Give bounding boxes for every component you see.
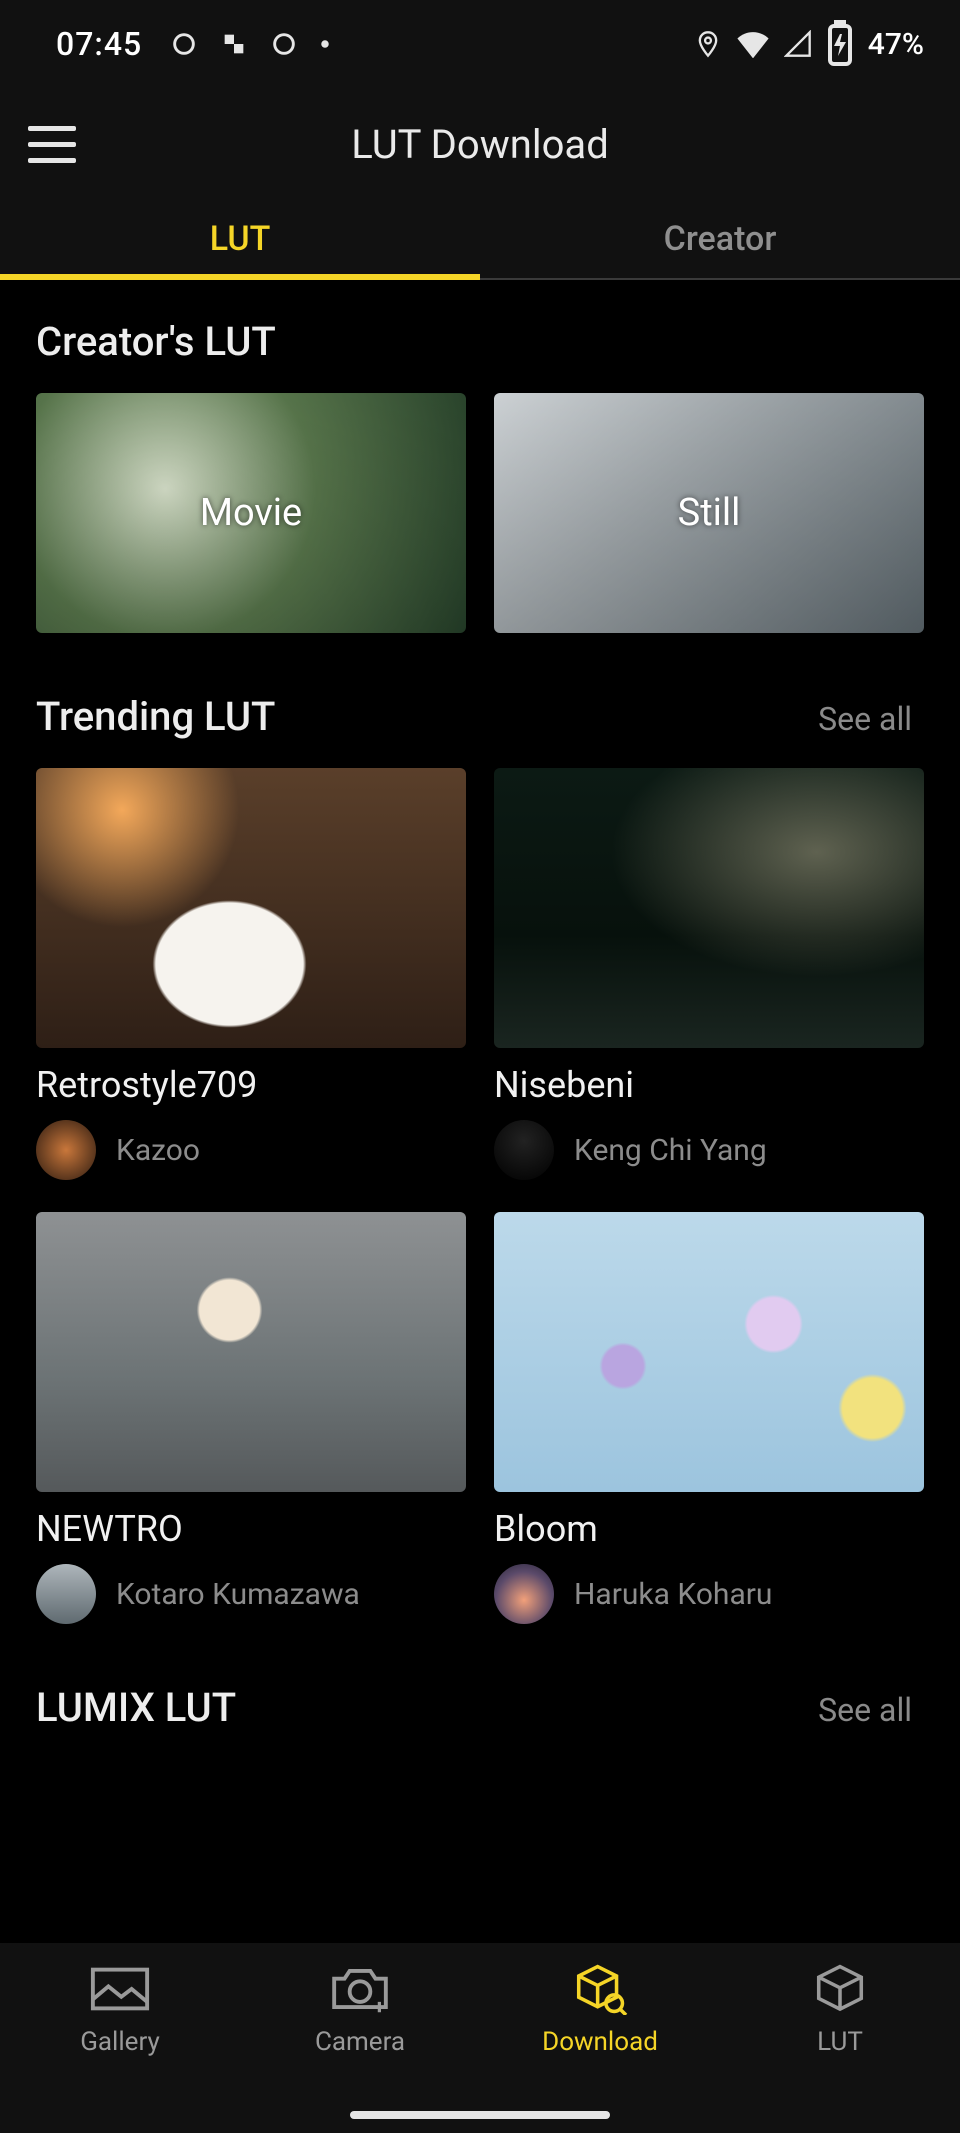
battery-percent: 47% <box>868 27 924 62</box>
lut-card[interactable]: Nisebeni Keng Chi Yang <box>494 768 924 1180</box>
nav-label: LUT <box>817 2027 863 2057</box>
category-card-still[interactable]: Still <box>494 393 924 633</box>
section-title-creators-lut: Creator's LUT <box>36 318 276 365</box>
creator-avatar <box>494 1120 554 1180</box>
lut-card[interactable]: NEWTRO Kotaro Kumazawa <box>36 1212 466 1624</box>
category-card-movie[interactable]: Movie <box>36 393 466 633</box>
tab-creator[interactable]: Creator <box>480 200 960 278</box>
battery-icon <box>826 30 854 58</box>
see-all-lumix[interactable]: See all <box>818 1691 912 1729</box>
menu-button[interactable] <box>28 116 84 172</box>
status-dot-icon <box>320 30 330 58</box>
category-label: Still <box>678 491 741 535</box>
creator-avatar <box>36 1564 96 1624</box>
gallery-icon <box>87 1961 153 2017</box>
cube-icon <box>807 1961 873 2017</box>
tab-bar: LUT Creator <box>0 200 960 280</box>
nav-lut[interactable]: LUT <box>720 1951 960 2133</box>
lut-title: Retrostyle709 <box>36 1064 466 1106</box>
see-all-trending[interactable]: See all <box>818 700 912 738</box>
nav-label: Gallery <box>80 2027 160 2057</box>
nav-label: Download <box>542 2027 658 2057</box>
lut-title: Bloom <box>494 1508 924 1550</box>
location-icon <box>694 30 722 58</box>
app-header: LUT Download <box>0 88 960 200</box>
nav-gallery[interactable]: Gallery <box>0 1951 240 2133</box>
nav-label: Camera <box>315 2027 405 2057</box>
status-circle-icon-2 <box>270 30 298 58</box>
status-circle-icon <box>170 30 198 58</box>
lut-thumbnail <box>494 768 924 1048</box>
wifi-icon <box>736 30 770 58</box>
category-label: Movie <box>200 491 302 535</box>
lut-card[interactable]: Retrostyle709 Kazoo <box>36 768 466 1180</box>
content-scroll[interactable]: Creator's LUT Movie Still Trending LUT S… <box>0 280 960 1731</box>
lut-thumbnail <box>36 768 466 1048</box>
page-title: LUT Download <box>0 121 960 168</box>
status-bar: 07:45 47% <box>0 0 960 88</box>
lut-thumbnail <box>494 1212 924 1492</box>
tab-lut[interactable]: LUT <box>0 200 480 278</box>
creator-name: Keng Chi Yang <box>574 1133 767 1168</box>
nav-download[interactable]: Download <box>480 1951 720 2133</box>
creator-avatar <box>494 1564 554 1624</box>
camera-icon <box>327 1961 393 2017</box>
status-time: 07:45 <box>56 25 142 63</box>
creator-name: Kazoo <box>116 1133 200 1168</box>
section-title-lumix: LUMIX LUT <box>36 1684 236 1731</box>
lut-title: NEWTRO <box>36 1508 466 1550</box>
lut-title: Nisebeni <box>494 1064 924 1106</box>
bottom-nav: Gallery Camera Download LUT <box>0 1943 960 2133</box>
nav-camera[interactable]: Camera <box>240 1951 480 2133</box>
creator-avatar <box>36 1120 96 1180</box>
home-indicator[interactable] <box>350 2111 610 2119</box>
creator-name: Haruka Koharu <box>574 1577 772 1612</box>
creator-name: Kotaro Kumazawa <box>116 1577 360 1612</box>
lut-thumbnail <box>36 1212 466 1492</box>
signal-icon <box>784 30 812 58</box>
section-title-trending: Trending LUT <box>36 693 275 740</box>
lut-card[interactable]: Bloom Haruka Koharu <box>494 1212 924 1624</box>
status-app-icon <box>220 30 248 58</box>
download-cube-icon <box>567 1961 633 2017</box>
